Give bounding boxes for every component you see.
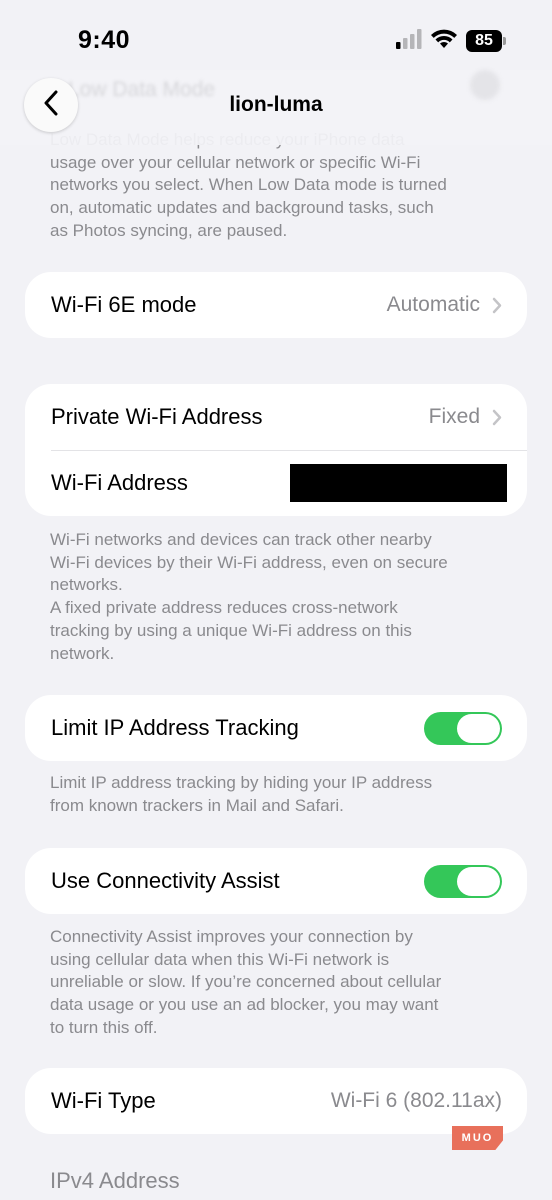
private-address-row[interactable]: Private Wi-Fi Address Fixed bbox=[25, 384, 527, 450]
navigation-bar: Low Data Mode lion-luma bbox=[0, 70, 552, 145]
wifi-6e-group: Wi-Fi 6E mode Automatic bbox=[25, 272, 527, 338]
connectivity-group: Use Connectivity Assist bbox=[25, 848, 527, 914]
chevron-right-icon bbox=[492, 297, 502, 314]
ipv4-section-header: IPv4 Address bbox=[50, 1168, 180, 1193]
wifi-type-group: Wi-Fi Type Wi-Fi 6 (802.11ax) bbox=[25, 1068, 527, 1134]
row-separator bbox=[51, 450, 527, 451]
wifi-6e-value: Automatic bbox=[386, 293, 480, 316]
wifi-6e-row[interactable]: Wi-Fi 6E mode Automatic bbox=[25, 272, 527, 338]
limit-ip-toggle[interactable] bbox=[424, 711, 502, 745]
limit-ip-label: Limit IP Address Tracking bbox=[51, 715, 299, 740]
nav-title: lion-luma bbox=[229, 93, 323, 116]
connectivity-row: Use Connectivity Assist bbox=[25, 848, 527, 914]
address-group: Private Wi-Fi Address Fixed Wi-Fi Addres… bbox=[25, 384, 527, 516]
wifi-type-row: Wi-Fi Type Wi-Fi 6 (802.11ax) bbox=[25, 1068, 527, 1134]
chevron-right-icon bbox=[492, 409, 502, 426]
wifi-type-label: Wi-Fi Type bbox=[51, 1088, 156, 1113]
limit-ip-row: Limit IP Address Tracking bbox=[25, 695, 527, 761]
connectivity-label: Use Connectivity Assist bbox=[51, 868, 280, 893]
battery-cap bbox=[503, 37, 506, 45]
status-icons: 85 bbox=[396, 28, 506, 54]
private-address-value: Fixed bbox=[428, 405, 480, 428]
limit-ip-footer: Limit IP address tracking by hiding your… bbox=[50, 773, 433, 815]
status-time: 9:40 bbox=[78, 26, 131, 54]
connectivity-footer: Connectivity Assist improves your connec… bbox=[50, 927, 442, 1037]
connectivity-toggle[interactable] bbox=[424, 864, 502, 898]
battery-icon: 85 bbox=[466, 30, 506, 52]
redacted-address bbox=[290, 464, 507, 502]
private-address-label: Private Wi-Fi Address bbox=[51, 404, 263, 429]
toggle-knob bbox=[457, 713, 500, 743]
limit-ip-group: Limit IP Address Tracking bbox=[25, 695, 527, 761]
wifi-6e-label: Wi-Fi 6E mode bbox=[51, 292, 197, 317]
watermark-logo: MUO bbox=[452, 1126, 503, 1150]
wifi-type-value: Wi-Fi 6 (802.11ax) bbox=[330, 1089, 502, 1112]
battery-level: 85 bbox=[466, 30, 502, 52]
address-footer: Wi-Fi networks and devices can track oth… bbox=[50, 530, 448, 663]
toggle-knob bbox=[457, 866, 500, 896]
cellular-signal-icon bbox=[396, 28, 422, 54]
low-data-footer: Low Data Mode helps reduce your iPhone d… bbox=[50, 130, 447, 240]
status-bar: 9:40 85 bbox=[0, 0, 552, 70]
wifi-icon bbox=[430, 28, 458, 54]
wifi-address-row: Wi-Fi Address bbox=[25, 450, 527, 516]
